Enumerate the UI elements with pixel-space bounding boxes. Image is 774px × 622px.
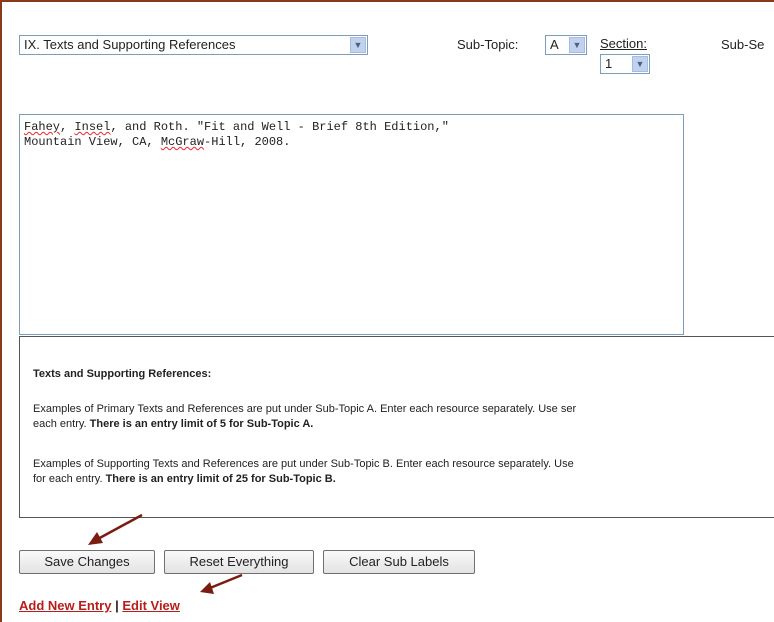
instructions-p2-line2: for each entry. There is an entry limit …	[33, 472, 774, 486]
instructions-p1-line2: each entry. There is an entry limit of 5…	[33, 417, 774, 431]
subtopic-label: Sub-Topic:	[457, 37, 519, 52]
section-label: Section:	[600, 36, 647, 51]
save-changes-button[interactable]: Save Changes	[19, 550, 155, 574]
link-separator: |	[111, 598, 123, 613]
instructions-panel: Texts and Supporting References: Example…	[19, 336, 774, 518]
author-fahey: Fahey	[24, 120, 61, 134]
arrow-to-save-icon	[88, 513, 143, 545]
place-text: Mountain View, CA,	[24, 135, 161, 149]
subtopic-select[interactable]: A ▼	[545, 35, 587, 55]
section-select-value: 1	[605, 56, 613, 71]
subtopic-select-value: A	[550, 37, 559, 52]
publisher-text: McGraw	[160, 135, 205, 149]
author-roth: , and Roth	[110, 120, 183, 134]
instructions-heading: Texts and Supporting References:	[33, 368, 212, 380]
action-links: Add New Entry | Edit View	[19, 598, 180, 614]
topic-select[interactable]: IX. Texts and Supporting References ▼	[19, 35, 368, 55]
entry-limit-b: There is an entry limit of 25 for Sub-To…	[105, 473, 336, 485]
instructions-p1-text: each entry.	[33, 418, 90, 430]
arrow-to-edit-view-icon	[200, 573, 243, 594]
chevron-down-icon: ▼	[632, 56, 648, 72]
chevron-down-icon: ▼	[569, 37, 585, 53]
author-insel: Insel	[74, 120, 111, 134]
topic-select-value: IX. Texts and Supporting References	[24, 37, 236, 52]
chevron-down-icon: ▼	[350, 37, 366, 53]
section-select[interactable]: 1 ▼	[600, 54, 650, 74]
year-text: -Hill, 2008.	[204, 135, 291, 149]
instructions-p1-line1: Examples of Primary Texts and References…	[33, 403, 577, 415]
entry-limit-a: There is an entry limit of 5 for Sub-Top…	[89, 418, 314, 430]
reset-everything-button[interactable]: Reset Everything	[164, 550, 314, 574]
clear-sub-labels-button[interactable]: Clear Sub Labels	[323, 550, 475, 574]
instructions-p2-line1: Examples of Supporting Texts and Referen…	[33, 458, 574, 470]
frame-border-top	[0, 0, 774, 2]
instructions-p2-text: for each entry.	[33, 473, 106, 485]
subsection-label: Sub-Se	[721, 37, 765, 52]
add-new-entry-link[interactable]: Add New Entry	[19, 598, 111, 613]
title-text: . "Fit and Well - Brief 8th Edition,"	[182, 120, 449, 134]
frame-border-left	[0, 0, 2, 622]
reference-textarea[interactable]: Fahey, Insel, and Roth. "Fit and Well - …	[19, 114, 684, 335]
edit-view-link[interactable]: Edit View	[122, 598, 180, 613]
